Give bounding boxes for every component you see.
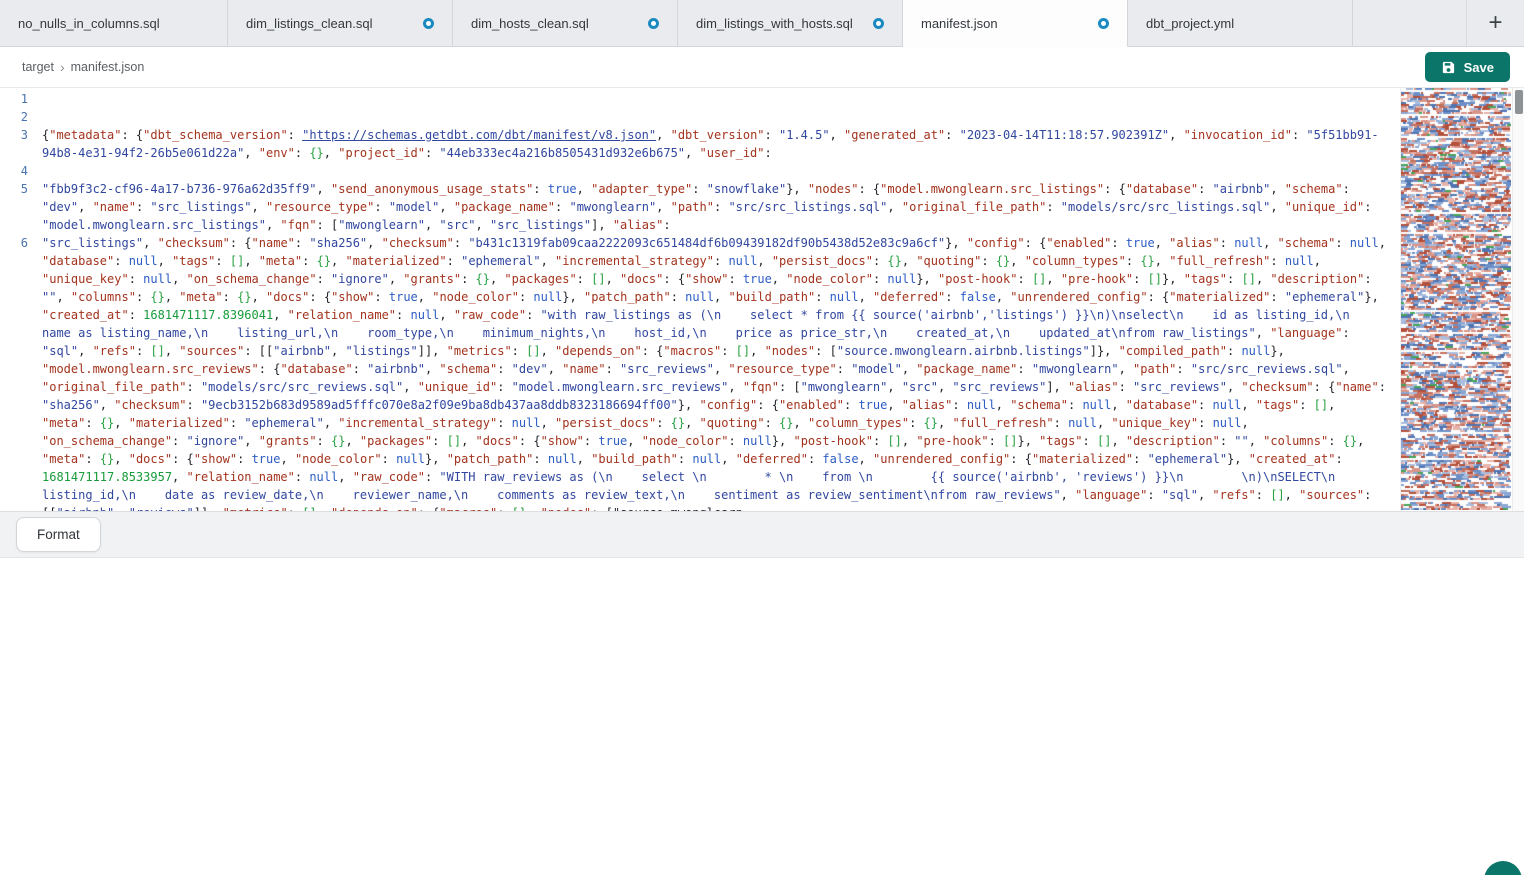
code-editor[interactable]: 1 2 3{"metadata": {"dbt_schema_version":… bbox=[0, 88, 1524, 512]
tab-label: no_nulls_in_columns.sql bbox=[18, 16, 209, 31]
scrollbar-thumb[interactable] bbox=[1515, 90, 1523, 114]
code-text[interactable] bbox=[42, 90, 1400, 108]
tab-strip: no_nulls_in_columns.sql dim_listings_clea… bbox=[0, 0, 1524, 47]
format-button[interactable]: Format bbox=[16, 517, 101, 552]
modified-dot-icon[interactable] bbox=[648, 18, 659, 29]
tab-label: dim_listings_clean.sql bbox=[246, 16, 415, 31]
minimap[interactable] bbox=[1400, 88, 1512, 511]
tab-dbt_project.yml[interactable]: dbt_project.yml bbox=[1128, 0, 1353, 46]
modified-dot-icon[interactable] bbox=[1098, 18, 1109, 29]
modified-dot-icon[interactable] bbox=[873, 18, 884, 29]
line-number: 1 bbox=[0, 90, 42, 108]
breadcrumb-file: manifest.json bbox=[71, 60, 145, 74]
line-number: 2 bbox=[0, 108, 42, 126]
code-text[interactable] bbox=[42, 162, 1400, 180]
tab-strip-spacer bbox=[1353, 0, 1466, 46]
save-button[interactable]: Save bbox=[1425, 52, 1510, 82]
code-text[interactable]: "fbb9f3c2-cf96-4a17-b736-976a62d35ff9", … bbox=[42, 180, 1400, 234]
code-lines[interactable]: 1 2 3{"metadata": {"dbt_schema_version":… bbox=[0, 88, 1400, 511]
editor-scrollbar[interactable] bbox=[1512, 88, 1524, 511]
tab-label: dim_listings_with_hosts.sql bbox=[696, 16, 865, 31]
save-button-label: Save bbox=[1464, 60, 1494, 75]
tab-no_nulls_in_columns.sql[interactable]: no_nulls_in_columns.sql bbox=[0, 0, 228, 46]
code-line[interactable]: 6"src_listings", "checksum": {"name": "s… bbox=[0, 234, 1400, 511]
code-line[interactable]: 1 bbox=[0, 90, 1400, 108]
tab-label: manifest.json bbox=[921, 16, 1090, 31]
tab-label: dbt_project.yml bbox=[1146, 16, 1334, 31]
code-text[interactable]: {"metadata": {"dbt_schema_version": "htt… bbox=[42, 126, 1400, 162]
save-icon bbox=[1441, 60, 1456, 75]
line-number: 5 bbox=[0, 180, 42, 198]
tab-dim_listings_with_hosts.sql[interactable]: dim_listings_with_hosts.sql bbox=[678, 0, 903, 46]
file-toolbar: target › manifest.json Save bbox=[0, 47, 1524, 88]
results-panel bbox=[0, 558, 1524, 875]
modified-dot-icon[interactable] bbox=[423, 18, 434, 29]
tab-dim_listings_clean.sql[interactable]: dim_listings_clean.sql bbox=[228, 0, 453, 46]
code-text[interactable]: "src_listings", "checksum": {"name": "sh… bbox=[42, 234, 1400, 511]
format-bar: Format bbox=[0, 512, 1524, 558]
ide-window: no_nulls_in_columns.sql dim_listings_clea… bbox=[0, 0, 1524, 875]
new-tab-button[interactable]: + bbox=[1466, 0, 1524, 46]
line-number: 4 bbox=[0, 162, 42, 180]
tab-label: dim_hosts_clean.sql bbox=[471, 16, 640, 31]
tab-dim_hosts_clean.sql[interactable]: dim_hosts_clean.sql bbox=[453, 0, 678, 46]
breadcrumb-folder: target bbox=[22, 60, 54, 74]
tab-manifest.json[interactable]: manifest.json bbox=[903, 0, 1128, 47]
code-line[interactable]: 5"fbb9f3c2-cf96-4a17-b736-976a62d35ff9",… bbox=[0, 180, 1400, 234]
line-number: 6 bbox=[0, 234, 42, 252]
chevron-right-icon: › bbox=[60, 59, 65, 75]
code-line[interactable]: 4 bbox=[0, 162, 1400, 180]
line-number: 3 bbox=[0, 126, 42, 144]
code-line[interactable]: 3{"metadata": {"dbt_schema_version": "ht… bbox=[0, 126, 1400, 162]
breadcrumb: target › manifest.json bbox=[22, 59, 144, 75]
code-text[interactable] bbox=[42, 108, 1400, 126]
code-line[interactable]: 2 bbox=[0, 108, 1400, 126]
